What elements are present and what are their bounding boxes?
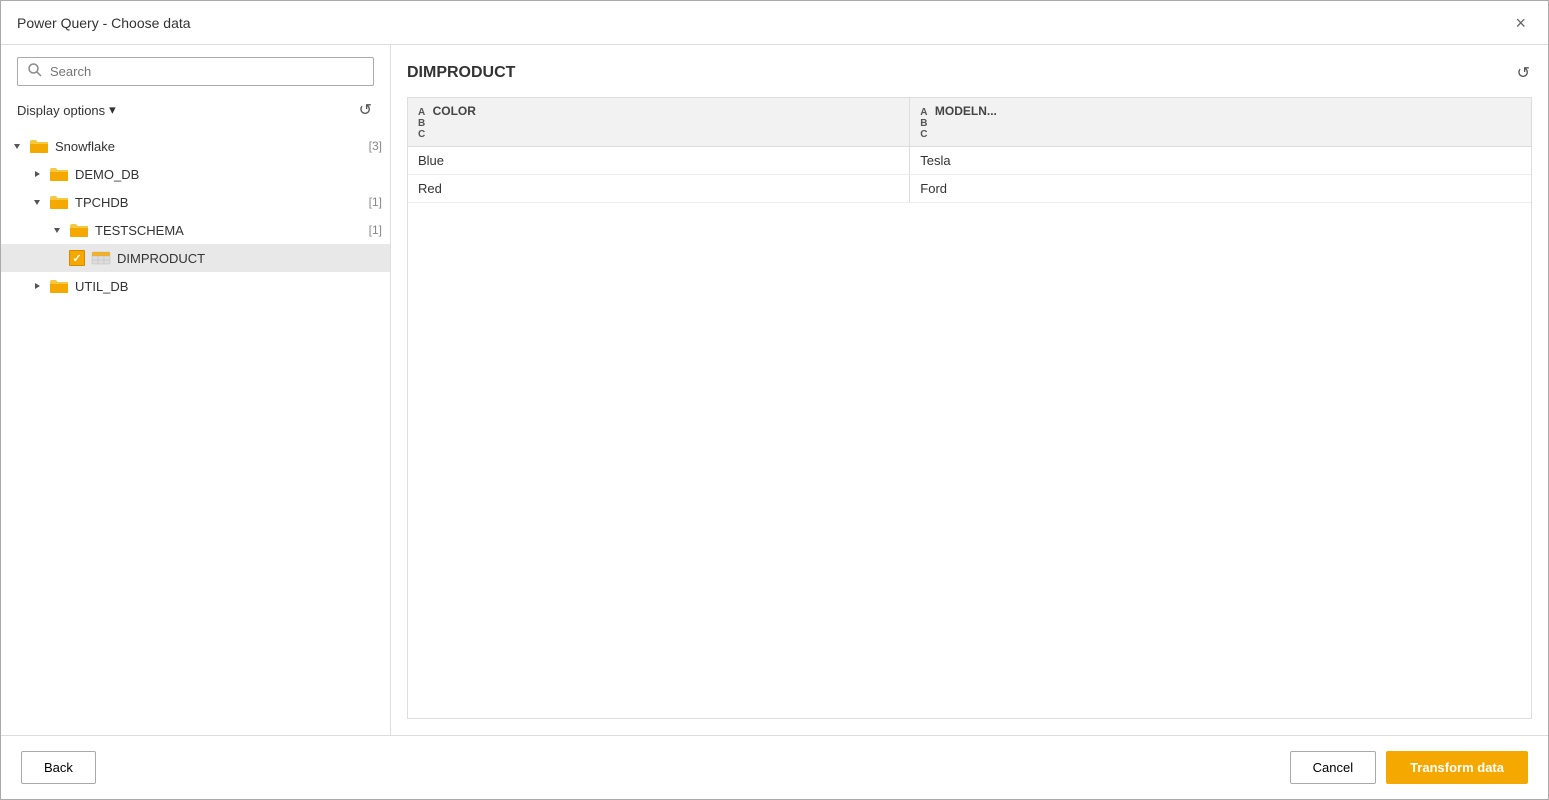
- search-box: [17, 57, 374, 86]
- cell-color-2: Red: [408, 175, 910, 203]
- folder-icon: [69, 221, 89, 239]
- snowflake-label: Snowflake: [55, 139, 363, 154]
- cell-model-1: Tesla: [910, 147, 1531, 175]
- content-area: Display options ▾ ↺: [1, 45, 1548, 735]
- right-panel: DIMPRODUCT ↺ ABC COLOR ABC MODELN...: [391, 45, 1548, 735]
- left-panel: Display options ▾ ↺: [1, 45, 391, 735]
- display-options-label-text: Display options: [17, 103, 105, 118]
- tree-item-dimproduct[interactable]: DIMPRODUCT: [1, 244, 390, 272]
- transform-data-button[interactable]: Transform data: [1386, 751, 1528, 784]
- search-input[interactable]: [50, 64, 363, 79]
- table-row: Blue Tesla: [408, 147, 1531, 175]
- search-icon: [28, 63, 42, 80]
- chevron-down-icon: [29, 194, 45, 210]
- tree: Snowflake [3] DEMO_DB: [1, 128, 390, 723]
- dimproduct-label: DIMPRODUCT: [117, 251, 382, 266]
- preview-table: ABC COLOR ABC MODELN... Blue Te: [408, 98, 1531, 203]
- tree-item-testschema[interactable]: TESTSCHEMA [1]: [1, 216, 390, 244]
- testschema-count: [1]: [369, 223, 382, 237]
- table-title: DIMPRODUCT: [407, 64, 515, 82]
- title-bar: Power Query - Choose data ×: [1, 1, 1548, 45]
- search-box-wrap: [1, 57, 390, 92]
- util-db-label: UTIL_DB: [75, 279, 382, 294]
- cell-model-2: Ford: [910, 175, 1531, 203]
- checkbox-checked-icon: [69, 250, 85, 266]
- close-button[interactable]: ×: [1509, 12, 1532, 34]
- tpchdb-count: [1]: [369, 195, 382, 209]
- right-header: DIMPRODUCT ↺: [407, 61, 1532, 85]
- chevron-right-icon: [29, 278, 45, 294]
- back-button[interactable]: Back: [21, 751, 96, 784]
- folder-icon: [49, 193, 69, 211]
- cell-color-1: Blue: [408, 147, 910, 175]
- tree-item-snowflake[interactable]: Snowflake [3]: [1, 132, 390, 160]
- display-options-button[interactable]: Display options ▾: [17, 102, 116, 118]
- col-type-abc-icon: ABC: [920, 107, 927, 140]
- col-header-color: ABC COLOR: [408, 98, 910, 147]
- tree-item-tpchdb[interactable]: TPCHDB [1]: [1, 188, 390, 216]
- chevron-down-icon: [9, 138, 25, 154]
- chevron-down-icon: ▾: [109, 102, 116, 118]
- refresh-button[interactable]: ↺: [357, 98, 374, 122]
- folder-icon: [49, 277, 69, 295]
- preview-refresh-button[interactable]: ↺: [1515, 61, 1532, 85]
- col-header-model: ABC MODELN...: [910, 98, 1531, 147]
- bottom-bar: Back Cancel Transform data: [1, 735, 1548, 799]
- main-window: Power Query - Choose data ×: [0, 0, 1549, 800]
- tpchdb-label: TPCHDB: [75, 195, 363, 210]
- cancel-button[interactable]: Cancel: [1290, 751, 1376, 784]
- bottom-right-buttons: Cancel Transform data: [1290, 751, 1528, 784]
- preview-table-wrap: ABC COLOR ABC MODELN... Blue Te: [407, 97, 1532, 719]
- chevron-down-icon: [49, 222, 65, 238]
- tree-item-demo-db[interactable]: DEMO_DB: [1, 160, 390, 188]
- tree-item-util-db[interactable]: UTIL_DB: [1, 272, 390, 300]
- snowflake-count: [3]: [369, 139, 382, 153]
- folder-icon: [49, 165, 69, 183]
- table-icon: [91, 249, 111, 267]
- window-title: Power Query - Choose data: [17, 15, 191, 31]
- chevron-right-icon: [29, 166, 45, 182]
- display-options-row: Display options ▾ ↺: [1, 92, 390, 128]
- folder-icon: [29, 137, 49, 155]
- col-type-abc-icon: ABC: [418, 107, 425, 140]
- demo-db-label: DEMO_DB: [75, 167, 382, 182]
- table-row: Red Ford: [408, 175, 1531, 203]
- testschema-label: TESTSCHEMA: [95, 223, 363, 238]
